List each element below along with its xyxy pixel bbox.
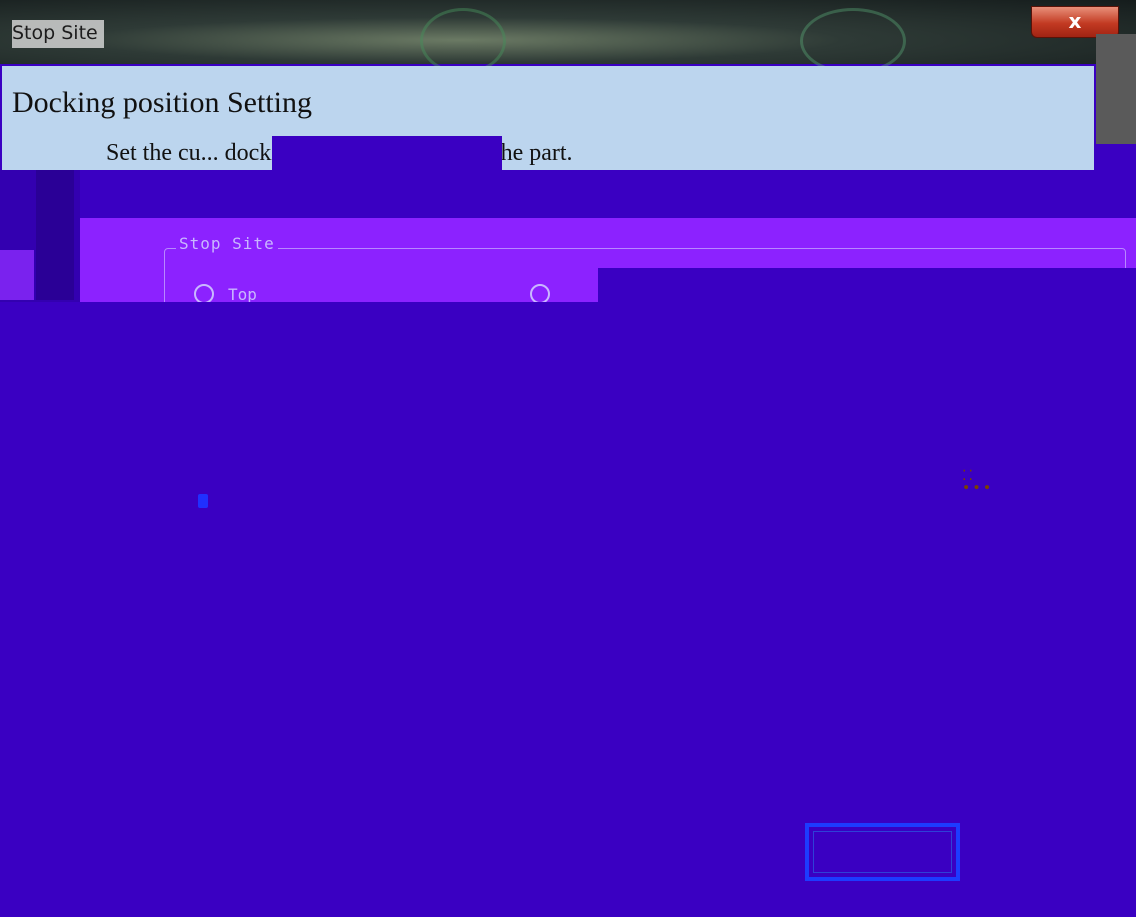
radio-top[interactable] bbox=[194, 284, 214, 304]
corrupted-region bbox=[272, 136, 502, 170]
group-label: Stop Site bbox=[176, 234, 278, 253]
wallpaper-decoration bbox=[800, 8, 906, 74]
close-icon: x bbox=[1068, 9, 1082, 33]
subtitle-band: Set the cu... docking position relative … bbox=[2, 136, 1094, 170]
glyph-icon: ⁚⁚ ∙∙∙ bbox=[962, 468, 994, 496]
page-title: Docking position Setting bbox=[12, 86, 312, 119]
window-border bbox=[1096, 34, 1136, 144]
ok-button[interactable] bbox=[805, 823, 960, 881]
corrupted-region bbox=[598, 268, 1136, 302]
window-title: Stop Site bbox=[12, 20, 104, 48]
strip-bar bbox=[36, 170, 74, 300]
stop-site-dialog: Stop Site x Docking position Setting Set… bbox=[0, 0, 1136, 917]
button-focus-frame bbox=[813, 831, 952, 873]
title-bar[interactable]: Stop Site x bbox=[0, 0, 1136, 74]
header-panel: Docking position Setting bbox=[2, 66, 1094, 137]
radio-option-2[interactable] bbox=[530, 284, 550, 304]
strip-block bbox=[0, 250, 34, 300]
wallpaper-decoration bbox=[420, 8, 506, 74]
corrupted-region bbox=[0, 302, 1136, 917]
marker-icon bbox=[198, 494, 208, 508]
